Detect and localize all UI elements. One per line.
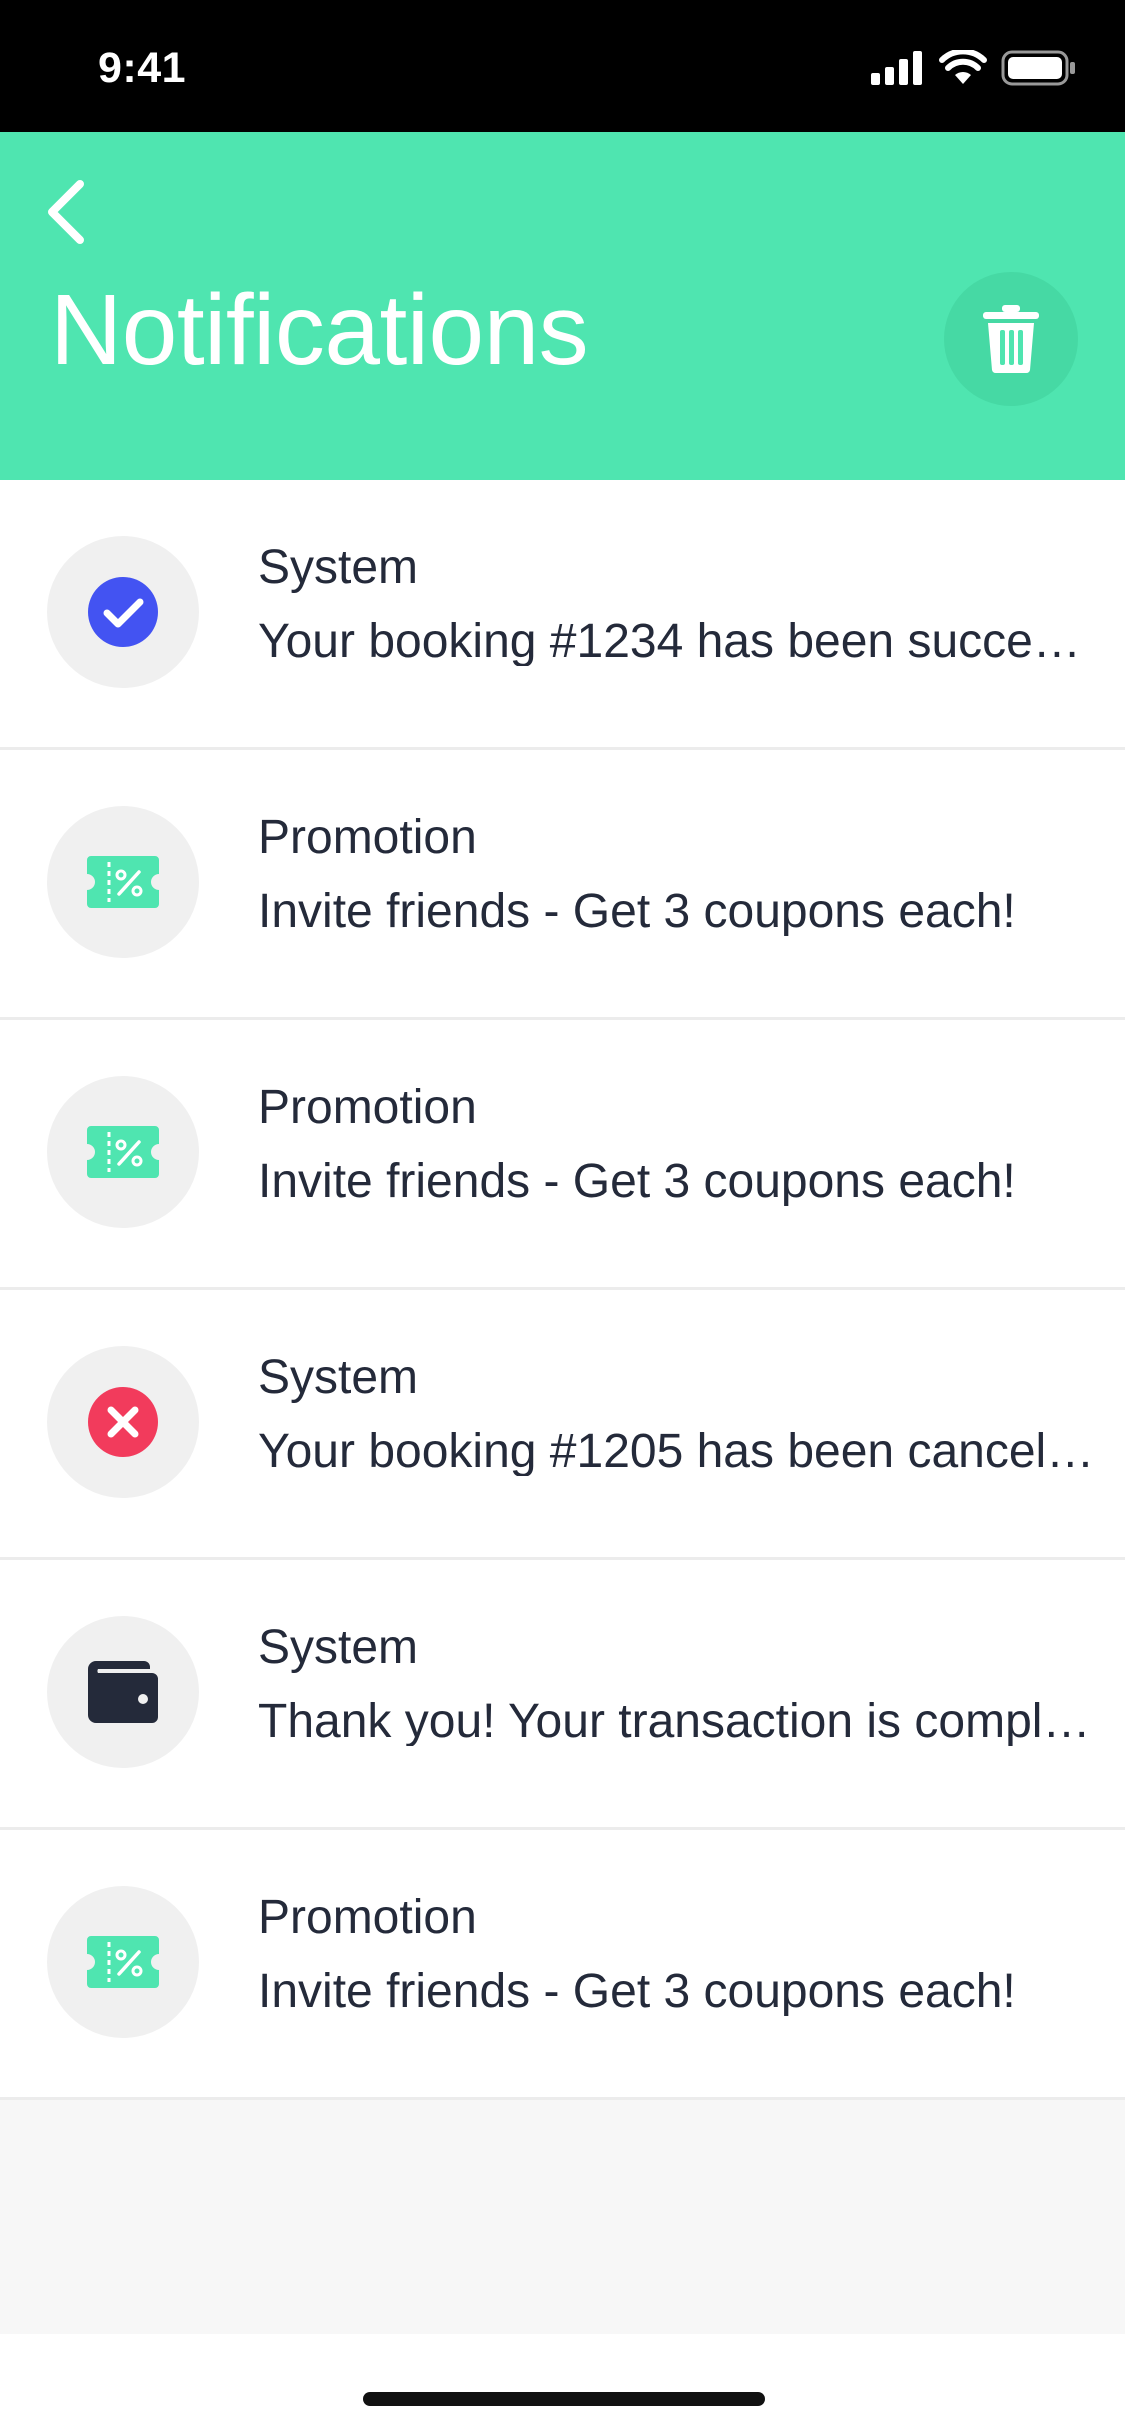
notification-message: Thank you! Your transaction is complete xyxy=(258,1698,1095,1746)
wifi-icon xyxy=(939,50,987,84)
back-button[interactable] xyxy=(36,172,96,252)
notification-type: Promotion xyxy=(258,1081,477,1134)
notification-item[interactable]: System Thank you! Your transaction is co… xyxy=(0,1560,1125,1830)
cellular-signal-icon xyxy=(871,51,922,85)
wallet-icon xyxy=(88,1661,158,1723)
notification-icon-badge xyxy=(47,1076,199,1228)
coupon-icon xyxy=(87,856,159,908)
status-icons xyxy=(871,50,1077,86)
notification-type: System xyxy=(258,1351,419,1404)
notification-message: Your booking #1234 has been successfully… xyxy=(258,618,1095,666)
home-indicator[interactable] xyxy=(363,2392,765,2406)
coupon-icon xyxy=(87,1936,159,1988)
header: Notifications xyxy=(0,132,1125,480)
check-circle-icon xyxy=(88,577,158,647)
notification-item[interactable]: Promotion Invite friends - Get 3 coupons… xyxy=(0,750,1125,1020)
notification-message: Your booking #1205 has been cancelled xyxy=(258,1428,1095,1476)
notification-message: Invite friends - Get 3 coupons each! xyxy=(258,888,1016,936)
notification-item[interactable]: Promotion Invite friends - Get 3 coupons… xyxy=(0,1020,1125,1290)
status-bar: 9:41 xyxy=(0,0,1125,132)
notification-item[interactable]: System Your booking #1234 has been succe… xyxy=(0,480,1125,750)
notification-item[interactable]: Promotion Invite friends - Get 3 coupons… xyxy=(0,1830,1125,2100)
coupon-icon xyxy=(87,1126,159,1178)
notification-icon-badge xyxy=(47,1886,199,2038)
notification-list: System Your booking #1234 has been succe… xyxy=(0,480,1125,2100)
trash-icon xyxy=(983,305,1039,374)
notification-item[interactable]: System Your booking #1205 has been cance… xyxy=(0,1290,1125,1560)
notification-type: Promotion xyxy=(258,811,477,864)
battery-icon xyxy=(1001,50,1075,86)
notification-icon-badge xyxy=(47,536,199,688)
x-circle-icon xyxy=(88,1387,158,1457)
list-empty-area xyxy=(0,2100,1125,2334)
notification-type: System xyxy=(258,541,419,594)
page-title: Notifications xyxy=(50,274,589,386)
notification-message: Invite friends - Get 3 coupons each! xyxy=(258,1158,1016,1206)
notification-icon-badge xyxy=(47,1346,199,1498)
notification-type: Promotion xyxy=(258,1891,477,1944)
notification-type: System xyxy=(258,1621,419,1674)
chevron-left-icon xyxy=(48,180,84,244)
notification-icon-badge xyxy=(47,806,199,958)
delete-all-button[interactable] xyxy=(944,272,1078,406)
notification-message: Invite friends - Get 3 coupons each! xyxy=(258,1968,1016,2016)
status-time: 9:41 xyxy=(98,44,187,92)
notification-icon-badge xyxy=(47,1616,199,1768)
